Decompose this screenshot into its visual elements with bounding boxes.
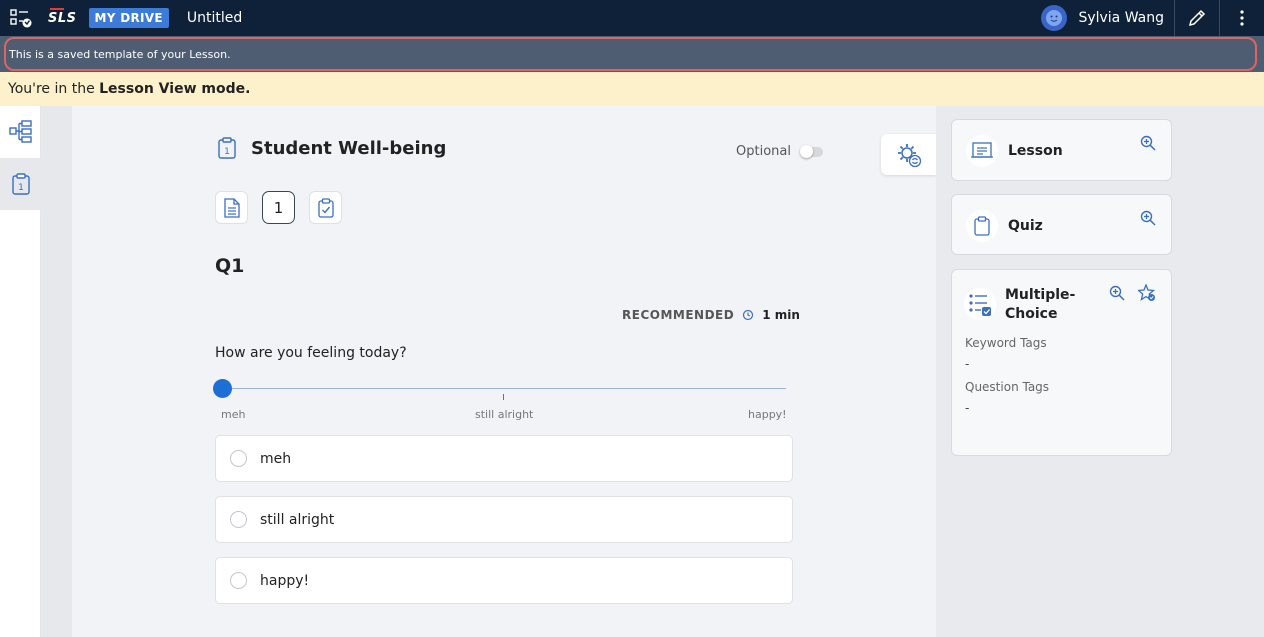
recommended-time: RECOMMENDED 1 min [622,308,800,322]
settings-tab[interactable] [881,134,936,175]
recommended-label: RECOMMENDED [622,308,735,322]
left-rail: 1 [0,106,41,637]
rail-item-quiz[interactable]: 1 [0,158,41,210]
hierarchy-icon [8,120,32,143]
quiz-icon [966,210,998,242]
answer-option[interactable]: meh [215,435,793,482]
gear-sync-icon [897,143,921,167]
slider-label-max: happy! [748,408,787,421]
question-prompt: How are you feeling today? [215,345,407,361]
zoom-in-icon[interactable] [1139,134,1157,152]
right-panel: Lesson Quiz Multiple- Choice Keyword Tag… [936,106,1264,637]
rail-item-structure[interactable] [0,106,41,158]
section-buttons: 1 [215,191,356,224]
mcq-title-line-1: Multiple- [1005,287,1076,303]
question-1-button[interactable]: 1 [262,191,295,224]
radio-button[interactable] [230,572,247,589]
zoom-in-icon[interactable] [1108,284,1126,302]
zoom-in-icon[interactable] [1139,209,1157,227]
optional-control: Optional [736,144,823,159]
recommended-time-value: 1 min [762,308,800,322]
pencil-icon[interactable] [1175,0,1219,36]
radio-button[interactable] [230,511,247,528]
slider-label-min: meh [221,408,246,421]
document-title: Untitled [186,10,243,26]
mcq-title-line-2: Choice [1005,306,1058,322]
multiple-choice-card[interactable]: Multiple- Choice Keyword Tags - Question… [951,269,1172,456]
answer-option-label: happy! [260,572,310,589]
radio-button[interactable] [230,450,247,467]
keyword-tags-value: - [965,357,970,371]
lesson-icon [966,135,998,167]
more-vertical-icon[interactable] [1220,0,1264,36]
my-drive-badge[interactable]: MY DRIVE [88,8,169,28]
star-badge-icon[interactable] [1138,284,1156,302]
question-label: Q1 [215,255,245,277]
document-icon [223,197,240,218]
quiz-card[interactable]: Quiz [951,194,1172,255]
submit-page-button[interactable] [309,191,342,224]
lesson-card[interactable]: Lesson [951,119,1172,181]
svg-text:1: 1 [18,183,24,193]
sls-logo[interactable]: SLS [48,7,77,26]
answer-option[interactable]: happy! [215,557,793,604]
checklist-icon [964,288,996,320]
answer-option-label: still alright [260,511,335,528]
slider-tick [503,394,504,400]
saved-template-text: This is a saved template of your Lesson. [9,48,231,61]
lesson-card-title: Lesson [1008,143,1063,159]
user-name[interactable]: Sylvia Wang [1078,10,1164,26]
clock-icon [743,309,754,321]
optional-toggle[interactable] [799,144,823,158]
keyword-tags-label: Keyword Tags [965,336,1047,350]
gutter [41,106,72,637]
answer-option[interactable]: still alright [215,496,793,543]
answer-option-label: meh [260,450,292,467]
mode-banner-mode: Lesson View mode. [99,81,251,97]
mode-banner-prefix: You're in the [8,81,100,97]
slider-thumb[interactable] [213,379,232,398]
svg-text:1: 1 [224,147,230,157]
clipboard-check-icon [317,197,334,218]
question-header: 1 Student Well-being [217,136,446,160]
question-tags-value: - [965,401,970,415]
main-content: 1 Student Well-being Optional 1 Q1 RECOM… [72,106,936,637]
app-menu-icon[interactable] [4,0,38,36]
slider-track[interactable] [222,388,786,389]
slider-label-mid: still alright [475,408,534,421]
top-bar: SLS MY DRIVE Untitled Sylvia Wang [0,0,1264,36]
page-title: Student Well-being [251,137,447,159]
clipboard-icon: 1 [218,137,236,159]
quiz-card-title: Quiz [1008,218,1043,234]
clipboard-icon: 1 [11,173,30,195]
user-avatar[interactable] [1041,5,1068,31]
multiple-choice-card-title: Multiple- Choice [1005,286,1075,324]
saved-template-banner: This is a saved template of your Lesson. [0,36,1264,72]
optional-label: Optional [736,144,791,159]
text-page-button[interactable] [215,191,248,224]
mode-banner: You're in the Lesson View mode. [0,72,1264,106]
question-tags-label: Question Tags [965,380,1050,394]
